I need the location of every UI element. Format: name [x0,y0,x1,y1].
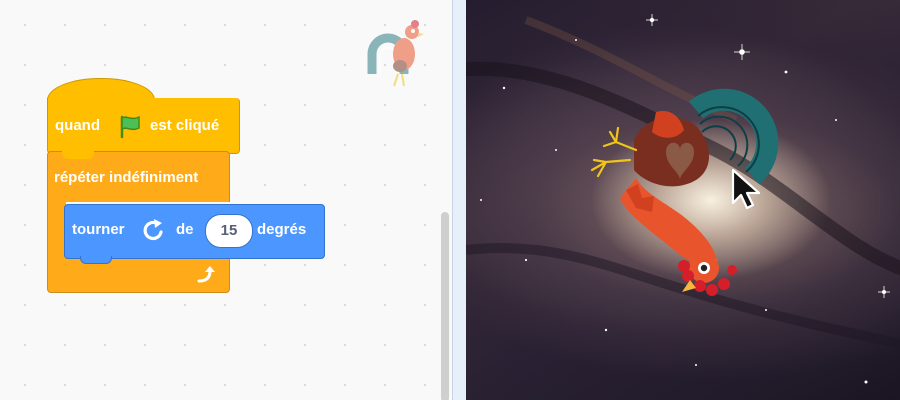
code-area[interactable]: quand est cliqué répéter indéfiniment to… [0,0,452,400]
turn-block-label-degrees: degrés [257,221,307,238]
forever-block-label: répéter indéfiniment [54,169,199,186]
loop-arrow-icon [197,266,215,283]
green-flag-icon [120,115,140,139]
degrees-input[interactable]: 15 [205,214,253,248]
turn-block-label-of: de [176,221,194,238]
mouse-pointer-icon [731,168,761,210]
stage[interactable] [466,0,900,400]
rooster-sprite-icon [367,20,424,87]
turn-right-block-notch [80,256,112,264]
hat-block-label-when: quand [55,117,100,134]
galaxy-backdrop [466,14,900,384]
turn-block-label-turn: tourner [72,221,125,238]
vertical-scrollbar[interactable] [441,212,449,400]
forever-block-notch [62,151,94,159]
hat-block-label-clicked: est cliqué [150,117,220,134]
rotate-clockwise-icon [143,219,163,241]
stage-separator [452,0,466,400]
